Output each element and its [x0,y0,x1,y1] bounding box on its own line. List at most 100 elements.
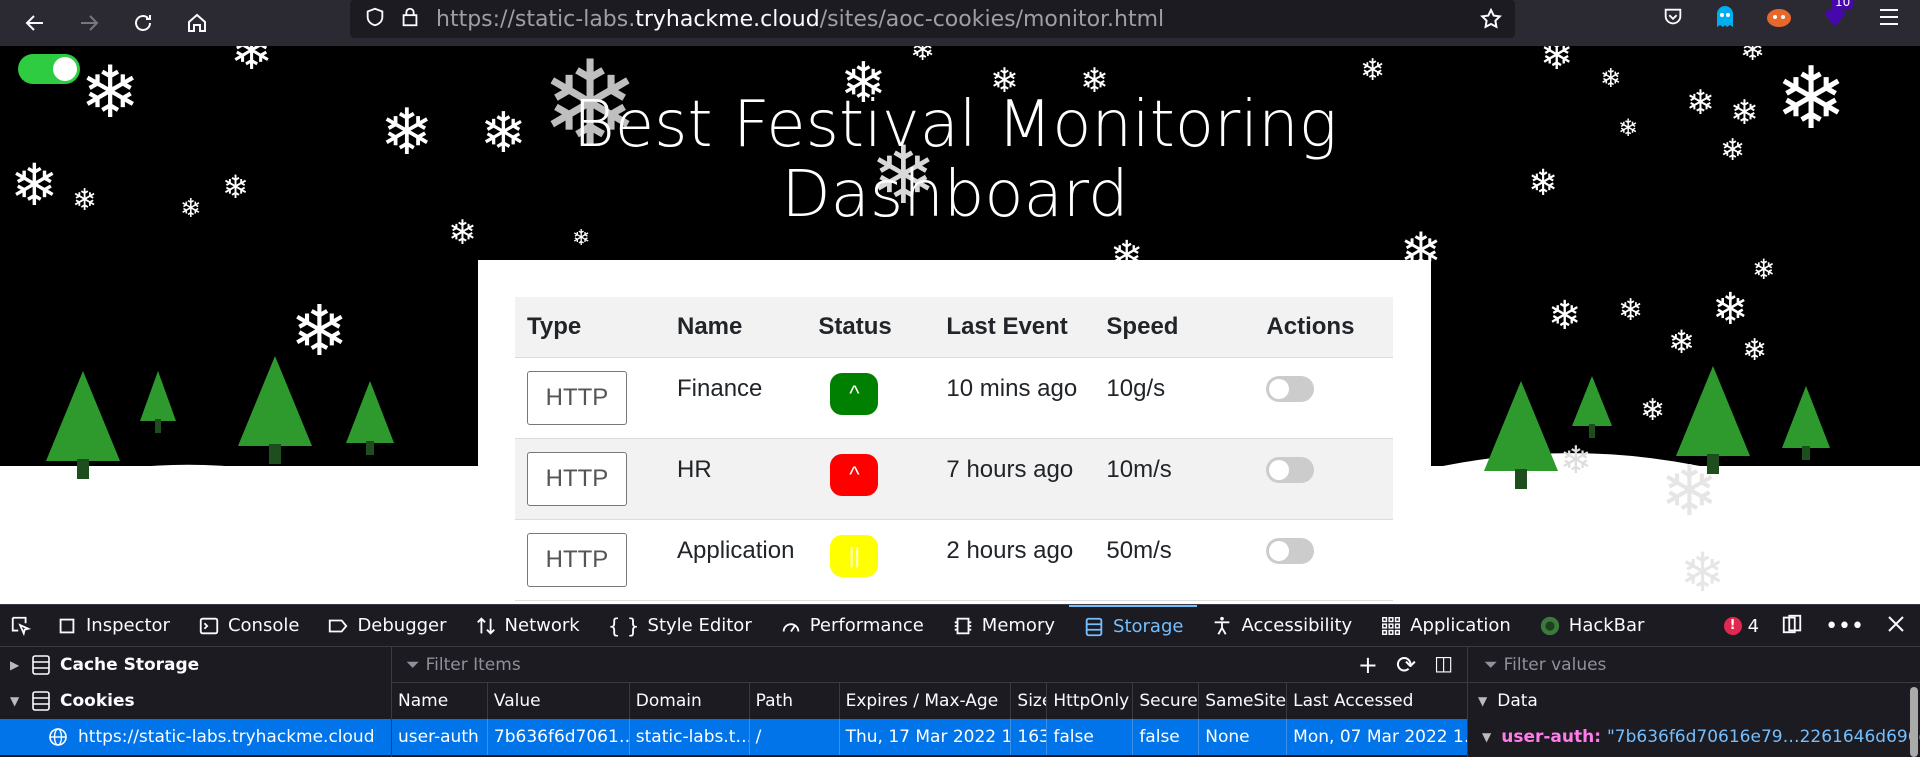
cookie-value-cell[interactable]: 7b636f6d7061… [488,719,630,755]
cookie-domain-cell[interactable]: static-labs.t… [630,719,750,755]
table-row: HTTP Finance ^ 10 mins ago 10g/s [515,357,1393,439]
bookmark-star-icon[interactable] [1479,7,1503,35]
cookie-name-cell[interactable]: user-auth [392,719,488,755]
reload-button[interactable] [120,0,166,46]
action-toggle-switch[interactable] [1266,375,1315,402]
snowflake-icon: ❄ [1712,284,1749,335]
tracking-shield-icon[interactable] [364,6,386,32]
tab-inspector[interactable]: Inspector [42,605,184,647]
tab-console[interactable]: Console [184,605,313,647]
tree-item-cookie-host[interactable]: https://static-labs.tryhackme.cloud [0,719,391,755]
data-section-header[interactable]: ▼ Data [1468,683,1920,719]
devtools-tabbar: Inspector Console Debugger Network { } St… [0,604,1920,647]
filter-values-input[interactable]: Filter values [1504,655,1607,675]
menu-hamburger-icon[interactable] [1878,7,1900,31]
lock-icon[interactable] [400,6,420,32]
header-type: Type [515,297,665,358]
tab-network[interactable]: Network [461,605,594,647]
url-prefix: https://static-labs. [436,6,636,32]
snowflake-icon: ❄ [80,50,141,134]
column-header[interactable]: HttpOnly [1047,683,1134,719]
home-button[interactable] [174,0,220,46]
tree-item-cache-storage[interactable]: ▶ Cache Storage [0,647,391,683]
column-header[interactable]: Secure [1133,683,1200,719]
cookie-expires-cell[interactable]: Thu, 17 Mar 2022 1… [840,719,1012,755]
action-toggle-switch[interactable] [1266,537,1315,564]
tab-debugger[interactable]: Debugger [313,605,460,647]
chevron-down-icon: ▼ [10,694,20,708]
address-bar[interactable]: https://static-labs.tryhackme.cloud/site… [350,0,1515,38]
storage-body: ▶ Cache Storage ▼ Cookies https://static… [0,647,1920,757]
forward-arrow-icon [81,15,99,31]
snowflake-icon: ❄ [1560,438,1592,482]
column-header[interactable]: SameSite [1199,683,1288,719]
tree-item-cookies[interactable]: ▼ Cookies [0,683,391,719]
cookie-secure-cell[interactable]: false [1133,719,1200,755]
element-picker-button[interactable] [0,605,42,647]
page-viewport: ❄ ❄ ❄ ❄ ❄ ❄ ❄ ❄ ❄ ❄ ❄ ❄ ❄ ❄ ❄ ❄ ❄ ❄ ❄ ❄ … [0,46,1920,604]
filter-items-input[interactable]: Filter Items [426,655,521,675]
tab-label: Debugger [357,615,447,636]
snowflake-icon: ❄ [1720,133,1746,168]
browser-toolbar: https://static-labs.tryhackme.cloud/site… [0,0,1920,46]
sidebar-toggle-icon[interactable]: ◫ [1434,651,1453,679]
tree-icon [1484,381,1558,489]
tab-storage[interactable]: Storage [1069,604,1198,647]
column-header[interactable]: Size [1011,683,1048,719]
snowflake-icon: ❄ [480,101,527,166]
tree-icon [46,371,120,479]
more-options-icon[interactable]: ••• [1825,614,1864,639]
scrollbar[interactable] [1910,687,1918,757]
column-header[interactable]: Value [488,683,630,719]
responsive-mode-icon[interactable] [1781,613,1803,640]
tab-performance[interactable]: Performance [766,605,938,647]
filter-items-bar[interactable]: ⏷ Filter Items + ⟳ ◫ [392,647,1467,683]
filter-values-bar[interactable]: ⏷ Filter values [1468,647,1920,683]
snowflake-icon: ❄ [72,183,98,218]
snow-toggle-switch[interactable] [18,54,80,84]
column-header[interactable]: Domain [630,683,750,719]
cookie-samesite-cell[interactable]: None [1199,719,1288,755]
tree-label: Cookies [60,691,135,711]
snowflake-icon: ❄ [1686,83,1715,123]
column-header[interactable]: Last Accessed [1287,683,1467,719]
monitor-table: Type Name Status Last Event Speed Action… [515,297,1393,601]
url-text: https://static-labs.tryhackme.cloud/site… [436,7,1164,32]
add-item-icon[interactable]: + [1358,651,1378,679]
foxyproxy-icon[interactable] [1766,6,1792,32]
tree-label: https://static-labs.tryhackme.cloud [78,727,375,747]
toolbar-extensions: 10 [1662,0,1920,38]
wappalyzer-icon[interactable]: 10 [1822,0,1854,33]
http-type-button[interactable]: HTTP [527,532,627,587]
cookie-httponly-cell[interactable]: false [1047,719,1134,755]
http-type-button[interactable]: HTTP [527,370,627,425]
close-icon[interactable] [1886,614,1906,639]
ghostery-icon[interactable] [1714,5,1736,33]
tab-accessibility[interactable]: Accessibility [1197,605,1366,647]
tab-application[interactable]: Application [1366,605,1525,647]
pocket-icon[interactable] [1662,6,1684,32]
http-type-button[interactable]: HTTP [527,451,627,506]
cookie-row[interactable]: user-auth 7b636f6d7061… static-labs.t… /… [392,719,1467,755]
reload-icon [135,15,151,31]
snowflake-icon: ❄ [572,226,591,251]
cookies-table-pane: ⏷ Filter Items + ⟳ ◫ Name Value Domain P… [392,647,1468,757]
cookie-path-cell[interactable]: / [750,719,840,755]
data-value: "7b636f6d70616e79…2261646d696e227d" [1606,727,1920,747]
column-header[interactable]: Name [392,683,488,719]
snowflake-icon: ❄ [1360,53,1386,88]
data-entry[interactable]: ▼ user-auth: "7b636f6d70616e79…2261646d6… [1468,719,1920,755]
forward-button[interactable] [66,0,112,46]
tab-memory[interactable]: Memory [938,605,1069,647]
tab-style-editor[interactable]: { } Style Editor [594,605,766,647]
back-button[interactable] [12,0,58,46]
status-badge: ^ [830,372,879,415]
refresh-icon[interactable]: ⟳ [1396,651,1416,679]
tab-hackbar[interactable]: HackBar [1525,605,1659,647]
column-header[interactable]: Path [750,683,840,719]
action-toggle-switch[interactable] [1266,456,1315,483]
error-counter[interactable]: ! 4 [1723,616,1759,637]
hackbar-icon [1540,616,1559,635]
column-header[interactable]: Expires / Max-Age [840,683,1012,719]
name-cell: Application [665,519,807,601]
